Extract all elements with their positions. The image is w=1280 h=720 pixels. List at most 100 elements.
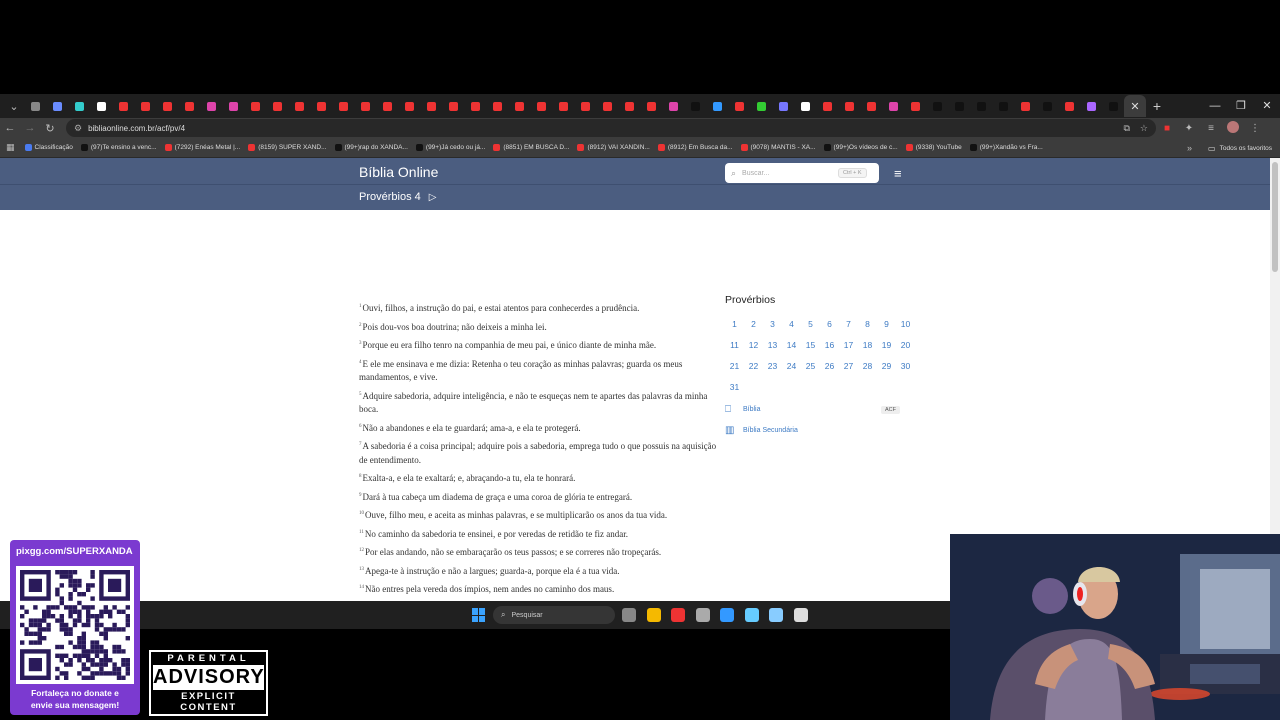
browser-tab[interactable] <box>574 97 596 115</box>
browser-tab[interactable] <box>728 97 750 115</box>
sidebar-link[interactable]: ⎕ Bíblia ACF <box>725 404 910 415</box>
chapter-link[interactable]: 21 <box>725 360 744 373</box>
browser-tab[interactable] <box>816 97 838 115</box>
profile-avatar[interactable] <box>1222 120 1244 136</box>
browser-tab[interactable] <box>750 97 772 115</box>
verse[interactable]: 9Dará à tua cabeça um diadema de graça e… <box>359 491 719 505</box>
back-icon[interactable]: ← <box>0 122 20 134</box>
browser-tab[interactable] <box>354 97 376 115</box>
bookmark-item[interactable]: (99+)Já cedo ou já... <box>415 144 485 151</box>
taskbar-app-icon[interactable] <box>793 608 808 622</box>
browser-tab[interactable] <box>838 97 860 115</box>
browser-tab[interactable] <box>530 97 552 115</box>
browser-tab[interactable] <box>662 97 684 115</box>
verse[interactable]: 6Não a abandones e ela te guardará; ama-… <box>359 422 719 436</box>
chapter-link[interactable]: 18 <box>858 339 877 352</box>
bookmark-item[interactable]: (9338) YouTube <box>905 144 962 151</box>
browser-tab[interactable] <box>992 97 1014 115</box>
verse[interactable]: 13Apega-te à instrução e não a largues; … <box>359 565 719 579</box>
browser-tab[interactable] <box>904 97 926 115</box>
verse[interactable]: 4E ele me ensinava e me dizia: Retenha o… <box>359 358 719 385</box>
bookmark-star-icon[interactable]: ☆ <box>1140 123 1148 134</box>
browser-tab[interactable] <box>244 97 266 115</box>
browser-tab[interactable] <box>596 97 618 115</box>
chapter-link[interactable]: 22 <box>744 360 763 373</box>
media-controls-icon[interactable]: ≡ <box>1200 123 1222 134</box>
verse[interactable]: 7A sabedoria é a coisa principal; adquir… <box>359 440 719 467</box>
install-app-icon[interactable]: ⧉ <box>1123 123 1129 134</box>
browser-tab[interactable] <box>68 97 90 115</box>
taskbar-app-icon[interactable] <box>769 608 783 622</box>
windows-start-icon[interactable] <box>472 608 486 622</box>
chapter-link[interactable]: 14 <box>782 339 801 352</box>
reload-icon[interactable]: ↻ <box>40 122 60 135</box>
search-input[interactable] <box>742 169 839 177</box>
chapter-link[interactable]: 30 <box>896 360 915 373</box>
restore-icon[interactable]: ❐ <box>1228 94 1254 118</box>
chapter-link[interactable]: 20 <box>896 339 915 352</box>
apps-grid-icon[interactable]: ▦ <box>6 142 15 153</box>
chevron-right-icon[interactable]: » <box>1187 143 1192 153</box>
forward-icon[interactable]: → <box>20 122 40 134</box>
chapter-link[interactable]: 15 <box>801 339 820 352</box>
scrollbar-thumb[interactable] <box>1272 162 1278 272</box>
browser-tab[interactable] <box>90 97 112 115</box>
bookmark-item[interactable]: Classificação <box>24 144 73 151</box>
version-badge[interactable]: ACF <box>881 405 900 414</box>
browser-tab[interactable] <box>970 97 992 115</box>
browser-tab[interactable] <box>222 97 244 115</box>
browser-tab[interactable] <box>640 97 662 115</box>
chapter-link[interactable]: 6 <box>820 318 839 331</box>
chapter-link[interactable]: 11 <box>725 339 744 352</box>
chapter-link[interactable]: 31 <box>725 381 744 394</box>
taskbar-app-icon[interactable] <box>671 608 685 622</box>
browser-tab[interactable] <box>882 97 904 115</box>
bookmark-item[interactable]: (8851) EM BUSCA D... <box>493 144 569 151</box>
new-tab-button[interactable]: + <box>1146 98 1168 114</box>
bookmark-item[interactable]: (97)Te ensino a venc... <box>80 144 157 151</box>
browser-tab[interactable] <box>860 97 882 115</box>
browser-tab[interactable] <box>508 97 530 115</box>
taskbar-app-icon[interactable] <box>720 608 734 622</box>
chapter-link[interactable]: 28 <box>858 360 877 373</box>
extensions-puzzle-icon[interactable]: ✦ <box>1178 123 1200 134</box>
minimize-icon[interactable]: — <box>1202 94 1228 118</box>
verse[interactable]: 12Por elas andando, não se embaraçarão o… <box>359 546 719 560</box>
chapter-link[interactable]: 19 <box>877 339 896 352</box>
bookmark-item[interactable]: (8912) VAI XANDIN... <box>577 144 650 151</box>
browser-tab[interactable] <box>772 97 794 115</box>
browser-tab[interactable] <box>1102 97 1124 115</box>
chapter-link[interactable]: 17 <box>839 339 858 352</box>
tab-search-icon[interactable]: ⌄ <box>4 100 24 113</box>
chapter-link[interactable]: 16 <box>820 339 839 352</box>
browser-tab[interactable] <box>112 97 134 115</box>
browser-tab[interactable] <box>24 97 46 115</box>
browser-tab[interactable] <box>134 97 156 115</box>
chapter-link[interactable]: 27 <box>839 360 858 373</box>
browser-tab[interactable] <box>1058 97 1080 115</box>
taskbar-app-icon[interactable] <box>646 608 661 622</box>
browser-tab[interactable] <box>310 97 332 115</box>
sidebar-link[interactable]: ▥ Bíblia Secundária <box>725 425 910 436</box>
taskbar-app-icon[interactable] <box>695 608 710 622</box>
chapter-link[interactable]: 2 <box>744 318 763 331</box>
browser-tab[interactable] <box>1080 97 1102 115</box>
site-search[interactable]: ⌕ Ctrl + K <box>725 163 879 183</box>
browser-tab[interactable] <box>618 97 640 115</box>
browser-tab[interactable] <box>794 97 816 115</box>
active-tab-close-icon[interactable]: ✕ <box>1124 95 1146 117</box>
chapter-link[interactable]: 5 <box>801 318 820 331</box>
address-bar[interactable]: ⚙ bibliaonline.com.br/acf/pv/4 ⧉ ☆ <box>66 119 1156 137</box>
browser-tab[interactable] <box>684 97 706 115</box>
browser-menu-icon[interactable]: ⋮ <box>1244 123 1266 134</box>
browser-tab[interactable] <box>376 97 398 115</box>
browser-tab[interactable] <box>46 97 68 115</box>
chapter-link[interactable]: 26 <box>820 360 839 373</box>
verse[interactable]: 8Exalta-a, e ela te exaltará; e, abraçan… <box>359 472 719 486</box>
chapter-link[interactable]: 9 <box>877 318 896 331</box>
browser-tab[interactable] <box>926 97 948 115</box>
site-info-icon[interactable]: ⚙ <box>74 123 82 134</box>
browser-tab[interactable] <box>1036 97 1058 115</box>
verse[interactable]: 10Ouve, filho meu, e aceita as minhas pa… <box>359 509 719 523</box>
site-title[interactable]: Bíblia Online <box>359 164 438 180</box>
